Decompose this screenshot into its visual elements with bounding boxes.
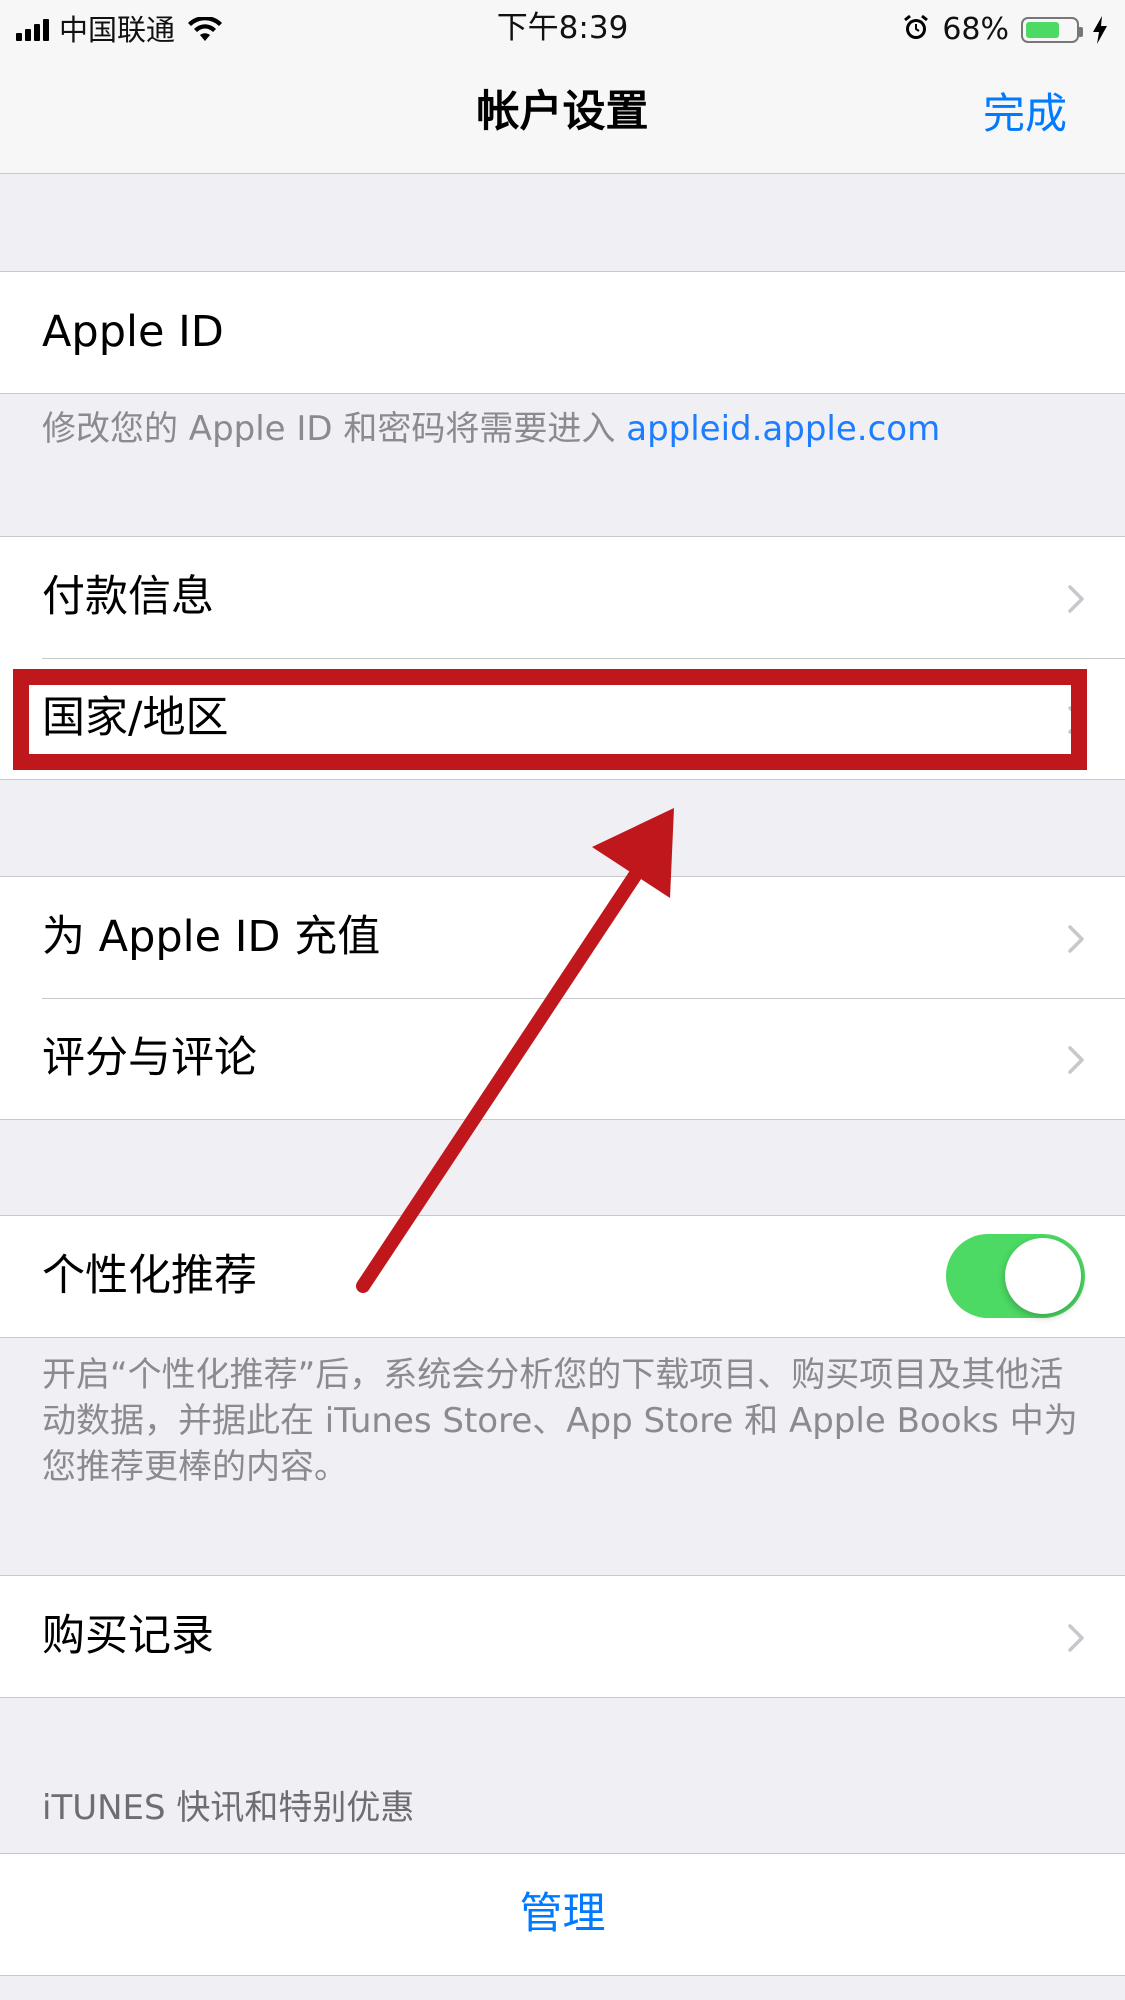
charging-bolt-icon bbox=[1091, 16, 1109, 44]
apple-id-label: Apple ID bbox=[42, 307, 224, 357]
payment-region-group: 付款信息 国家/地区 bbox=[0, 536, 1125, 780]
country-region-row[interactable]: 国家/地区 bbox=[0, 658, 1125, 779]
navigation-bar: 帐户设置 完成 bbox=[0, 56, 1125, 174]
chevron-right-icon bbox=[1068, 706, 1084, 734]
recharge-ratings-group: 为 Apple ID 充值 评分与评论 bbox=[0, 876, 1125, 1120]
itunes-section-header: iTUNES 快讯和特别优惠 bbox=[42, 1788, 415, 1828]
appleid-link[interactable]: appleid.apple.com bbox=[626, 409, 940, 449]
apple-id-row[interactable]: Apple ID bbox=[0, 272, 1125, 393]
ratings-reviews-row[interactable]: 评分与评论 bbox=[0, 998, 1125, 1119]
apple-id-footnote: 修改您的 Apple ID 和密码将需要进入 appleid.apple.com bbox=[42, 406, 1082, 452]
payment-info-label: 付款信息 bbox=[42, 572, 214, 622]
purchase-history-group: 购买记录 bbox=[0, 1575, 1125, 1698]
chevron-right-icon bbox=[1068, 1624, 1084, 1652]
battery-percent: 68% bbox=[942, 12, 1009, 47]
toggle-knob bbox=[1005, 1238, 1081, 1314]
battery-level-fill bbox=[1026, 22, 1059, 38]
chevron-right-icon bbox=[1068, 585, 1084, 613]
apple-id-footnote-text: 修改您的 Apple ID 和密码将需要进入 bbox=[42, 409, 627, 449]
personalized-group: 个性化推荐 bbox=[0, 1215, 1125, 1338]
purchase-history-label: 购买记录 bbox=[42, 1611, 214, 1661]
personalized-toggle[interactable] bbox=[946, 1234, 1085, 1318]
personalized-row: 个性化推荐 bbox=[0, 1216, 1125, 1337]
manage-button[interactable]: 管理 bbox=[0, 1854, 1125, 1975]
alarm-icon bbox=[902, 14, 930, 46]
done-button[interactable]: 完成 bbox=[983, 84, 1067, 144]
chevron-right-icon bbox=[1068, 1046, 1084, 1074]
recharge-row[interactable]: 为 Apple ID 充值 bbox=[0, 877, 1125, 998]
personalized-footnote: 开启“个性化推荐”后，系统会分析您的下载项目、购买项目及其他活动数据，并据此在 … bbox=[42, 1355, 1078, 1487]
recharge-label: 为 Apple ID 充值 bbox=[42, 912, 381, 962]
country-region-label: 国家/地区 bbox=[42, 693, 229, 743]
status-right: 68% bbox=[902, 10, 1109, 50]
manage-row[interactable]: 管理 bbox=[0, 1854, 1125, 1975]
apple-id-group: Apple ID bbox=[0, 271, 1125, 394]
chevron-right-icon bbox=[1068, 925, 1084, 953]
battery-icon bbox=[1021, 17, 1083, 43]
purchase-history-row[interactable]: 购买记录 bbox=[0, 1576, 1125, 1697]
page-title: 帐户设置 bbox=[476, 87, 649, 137]
ratings-reviews-label: 评分与评论 bbox=[42, 1033, 257, 1083]
personalized-label: 个性化推荐 bbox=[42, 1251, 257, 1301]
itunes-manage-group: 管理 bbox=[0, 1853, 1125, 1976]
status-bar: 中国联通 下午8:39 68% bbox=[0, 0, 1125, 56]
payment-info-row[interactable]: 付款信息 bbox=[0, 537, 1125, 658]
